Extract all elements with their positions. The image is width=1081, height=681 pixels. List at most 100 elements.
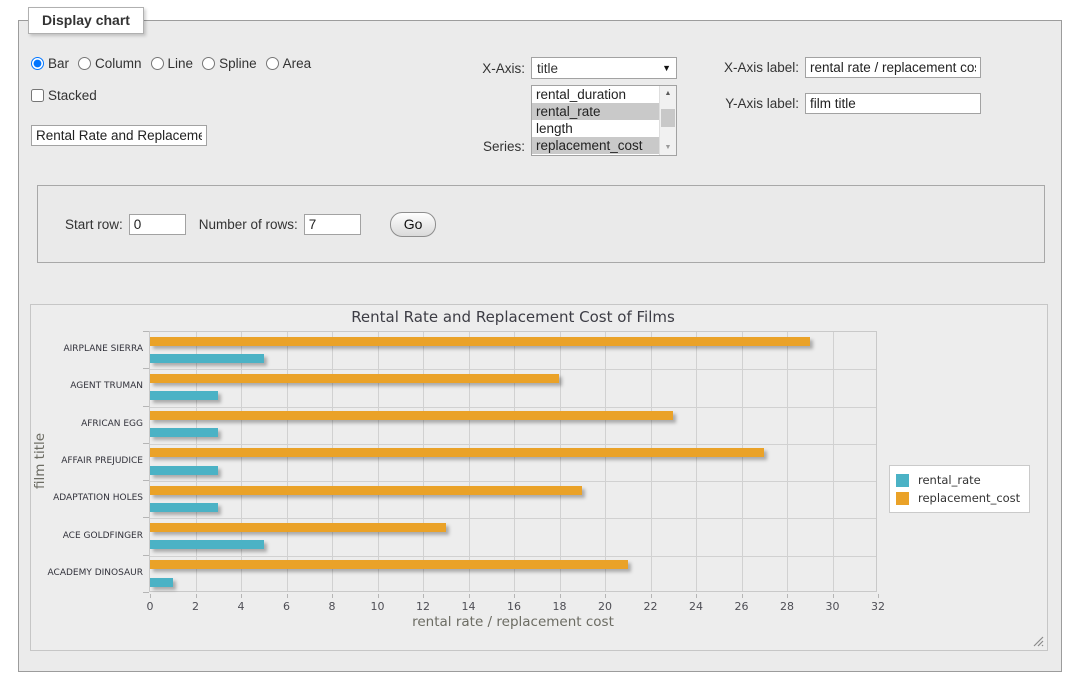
y-tick-label: ACADEMY DINOSAUR: [35, 568, 143, 578]
chart-type-option-line[interactable]: Line: [151, 56, 194, 71]
grid-vline: [560, 332, 561, 591]
grid-vline: [332, 332, 333, 591]
chart-type-radio-area[interactable]: [266, 57, 279, 70]
chart-type-label: Column: [95, 56, 142, 71]
x-tick-label: 12: [408, 600, 438, 613]
chart-type-radio-spline[interactable]: [202, 57, 215, 70]
x-tick-mark: [560, 594, 561, 598]
legend-entry-rental_rate: rental_rate: [896, 471, 1020, 489]
xaxis-selected-value: title: [537, 61, 558, 76]
grid-vline: [287, 332, 288, 591]
y-tick-mark: [143, 592, 149, 593]
series-option-rental_duration[interactable]: rental_duration: [532, 86, 659, 103]
xaxis-label-caption: X-Axis label:: [713, 60, 799, 75]
scroll-down-icon[interactable]: ▼: [660, 140, 676, 155]
y-tick-mark: [143, 480, 149, 481]
x-tick-mark: [332, 594, 333, 598]
grid-vline: [378, 332, 379, 591]
bar-replacement_cost: [150, 448, 764, 457]
series-option-replacement_cost[interactable]: replacement_cost: [532, 137, 659, 154]
grid-vline: [787, 332, 788, 591]
resize-handle-icon[interactable]: [1033, 636, 1044, 647]
series-option-length[interactable]: length: [532, 120, 659, 137]
bar-replacement_cost: [150, 374, 559, 383]
bar-replacement_cost: [150, 486, 582, 495]
yaxis-label-caption: Y-Axis label:: [713, 96, 799, 111]
chart-type-label: Spline: [219, 56, 257, 71]
series-scrollbar[interactable]: ▲ ▼: [659, 86, 676, 155]
chart-type-option-column[interactable]: Column: [78, 56, 142, 71]
yaxis-label-input[interactable]: [805, 93, 981, 114]
y-tick-label: AGENT TRUMAN: [35, 381, 143, 391]
x-tick-label: 16: [499, 600, 529, 613]
bar-rental_rate: [150, 578, 173, 587]
scroll-up-icon[interactable]: ▲: [660, 86, 676, 101]
chart-type-option-spline[interactable]: Spline: [202, 56, 257, 71]
scrollbar-thumb[interactable]: [661, 109, 675, 127]
x-tick-mark: [469, 594, 470, 598]
stacked-checkbox-row[interactable]: Stacked: [31, 88, 97, 103]
stacked-checkbox[interactable]: [31, 89, 44, 102]
plot-area: [149, 331, 877, 592]
go-button[interactable]: Go: [390, 212, 437, 237]
x-tick-mark: [605, 594, 606, 598]
x-tick-label: 8: [317, 600, 347, 613]
fieldset-legend: Display chart: [28, 7, 144, 34]
x-tick-label: 6: [272, 600, 302, 613]
grid-vline: [241, 332, 242, 591]
grid-vline: [651, 332, 652, 591]
xaxis-label-row: X-Axis label:: [713, 57, 981, 78]
grid-hline: [150, 481, 876, 482]
x-tick-mark: [241, 594, 242, 598]
x-tick-label: 10: [363, 600, 393, 613]
x-tick-mark: [196, 594, 197, 598]
series-option-rental_rate[interactable]: rental_rate: [532, 103, 659, 120]
xaxis-label: X-Axis:: [455, 61, 525, 76]
bar-rental_rate: [150, 466, 218, 475]
x-tick-label: 28: [772, 600, 802, 613]
y-tick-label: AIRPLANE SIERRA: [35, 344, 143, 354]
xaxis-label-input[interactable]: [805, 57, 981, 78]
scrollbar-track[interactable]: [660, 101, 676, 140]
y-tick-label: AFRICAN EGG: [35, 419, 143, 429]
display-chart-fieldset: Display chart BarColumnLineSplineArea St…: [18, 20, 1062, 672]
x-tick-mark: [378, 594, 379, 598]
chart-type-radio-bar[interactable]: [31, 57, 44, 70]
bar-rental_rate: [150, 354, 264, 363]
chart-type-option-bar[interactable]: Bar: [31, 56, 69, 71]
y-tick-label: AFFAIR PREJUDICE: [35, 456, 143, 466]
x-tick-label: 20: [590, 600, 620, 613]
grid-vline: [469, 332, 470, 591]
x-tick-label: 22: [636, 600, 666, 613]
chart-title-input[interactable]: [31, 125, 207, 146]
x-tick-label: 24: [681, 600, 711, 613]
chart-type-radio-line[interactable]: [151, 57, 164, 70]
x-tick-label: 26: [727, 600, 757, 613]
chevron-down-icon: ▼: [662, 64, 671, 73]
bar-rental_rate: [150, 428, 218, 437]
grid-vline: [833, 332, 834, 591]
chart-type-label: Line: [168, 56, 194, 71]
grid-vline: [514, 332, 515, 591]
x-tick-label: 30: [818, 600, 848, 613]
chart-type-radio-column[interactable]: [78, 57, 91, 70]
chart-panel: Rental Rate and Replacement Cost of Film…: [30, 304, 1048, 651]
start-row-input[interactable]: [129, 214, 186, 235]
series-listbox[interactable]: rental_durationrental_ratelengthreplacem…: [531, 85, 677, 156]
grid-hline: [150, 518, 876, 519]
grid-hline: [150, 369, 876, 370]
x-tick-mark: [423, 594, 424, 598]
x-tick-mark: [651, 594, 652, 598]
grid-hline: [150, 556, 876, 557]
x-tick-label: 32: [863, 600, 893, 613]
chart-type-radio-group: Bar Column Line Spline Area: [31, 56, 320, 71]
num-rows-input[interactable]: [304, 214, 361, 235]
bar-rental_rate: [150, 503, 218, 512]
chart-type-option-area[interactable]: Area: [266, 56, 312, 71]
xaxis-select[interactable]: title ▼: [531, 57, 677, 79]
x-tick-mark: [287, 594, 288, 598]
bar-rental_rate: [150, 540, 264, 549]
bar-replacement_cost: [150, 560, 628, 569]
series-label: Series:: [455, 139, 525, 154]
y-tick-mark: [143, 406, 149, 407]
